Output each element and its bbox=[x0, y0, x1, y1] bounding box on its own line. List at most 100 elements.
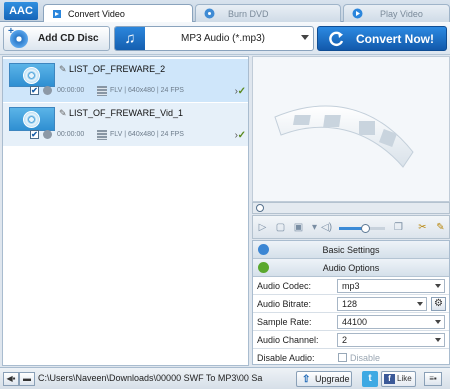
audio-bitrate-value: 128 bbox=[342, 299, 358, 309]
audio-channel-value: 2 bbox=[342, 335, 348, 345]
sample-rate-select[interactable]: 44100 bbox=[337, 315, 445, 329]
tab-play-video[interactable]: Play Video bbox=[343, 4, 450, 22]
volume-handle[interactable] bbox=[361, 224, 370, 233]
status-check-icon: ✓ bbox=[237, 86, 246, 97]
like-label: Like bbox=[397, 374, 412, 383]
camera-icon[interactable]: ▣ bbox=[293, 222, 304, 233]
audio-codec-row: Audio Codec: mp3 bbox=[253, 277, 449, 295]
file-meta: FLV | 640x480 | 24 FPS bbox=[110, 87, 184, 94]
tab-play-video-label: Play Video bbox=[380, 9, 423, 19]
window-icon[interactable]: ❐ bbox=[393, 222, 404, 233]
sample-rate-label: Sample Rate: bbox=[257, 317, 312, 327]
dvd-icon bbox=[204, 8, 215, 19]
list-item[interactable]: ✎ LIST_OF_FREWARE_Vid_1 ✔ 00:00:00 FLV |… bbox=[3, 103, 248, 146]
volume-icon[interactable]: ◁) bbox=[321, 222, 332, 233]
magic-wand-icon[interactable]: ✎ bbox=[435, 222, 446, 233]
file-checkbox[interactable]: ✔ bbox=[30, 86, 39, 95]
volume-slider[interactable] bbox=[339, 224, 385, 233]
upgrade-button[interactable]: ⇧ Upgrade bbox=[296, 371, 352, 387]
play-icon[interactable]: ▷ bbox=[257, 222, 268, 233]
music-note-icon: ♫ bbox=[115, 27, 145, 50]
sample-rate-row: Sample Rate: 44100 bbox=[253, 313, 449, 331]
refresh-icon bbox=[329, 31, 344, 47]
output-profile-value: MP3 Audio (*.mp3) bbox=[181, 33, 265, 44]
audio-bitrate-row: Audio Bitrate: 128 ⚙ bbox=[253, 295, 449, 313]
film-reel-icon bbox=[23, 67, 40, 84]
video-preview bbox=[252, 56, 450, 202]
audio-codec-label: Audio Codec: bbox=[257, 281, 312, 291]
plus-icon: + bbox=[8, 26, 14, 37]
gear-icon[interactable]: ⚙ bbox=[431, 297, 446, 311]
status-check-icon: ✓ bbox=[237, 130, 246, 141]
audio-channel-select[interactable]: 2 bbox=[337, 333, 445, 347]
file-list: ✎ LIST_OF_FREWARE_2 ✔ 00:00:00 FLV | 640… bbox=[2, 56, 249, 366]
basic-settings-header[interactable]: Basic Settings bbox=[253, 241, 449, 259]
menu-button[interactable]: ≡▪ bbox=[424, 372, 442, 386]
list-item[interactable]: ✎ LIST_OF_FREWARE_2 ✔ 00:00:00 FLV | 640… bbox=[3, 59, 248, 102]
file-duration: 00:00:00 bbox=[57, 131, 85, 138]
chevron-down-icon bbox=[417, 302, 423, 306]
file-name: LIST_OF_FREWARE_2 bbox=[69, 64, 166, 74]
chevron-down-icon bbox=[435, 338, 441, 342]
chevron-down-icon bbox=[435, 320, 441, 324]
audio-options-label: Audio Options bbox=[322, 263, 380, 273]
tab-convert-video-label: Convert Video bbox=[68, 9, 125, 19]
twitter-icon[interactable]: t bbox=[362, 371, 378, 387]
play-icon bbox=[352, 8, 363, 19]
file-name: LIST_OF_FREWARE_Vid_1 bbox=[69, 108, 184, 118]
tab-burn-dvd-label: Burn DVD bbox=[228, 9, 269, 19]
tab-burn-dvd[interactable]: Burn DVD bbox=[195, 4, 341, 22]
basic-settings-label: Basic Settings bbox=[322, 245, 380, 255]
output-profile-select[interactable]: ♫ MP3 Audio (*.mp3) bbox=[114, 26, 314, 51]
audio-channel-row: Audio Channel: 2 bbox=[253, 331, 449, 349]
dropdown-icon[interactable]: ▾ bbox=[309, 222, 320, 233]
facebook-like-button[interactable]: f Like bbox=[381, 371, 416, 387]
convert-now-button[interactable]: Convert Now! bbox=[317, 26, 447, 51]
film-strip-placeholder-icon bbox=[274, 105, 414, 168]
disable-audio-checkbox-label: Disable bbox=[350, 353, 381, 363]
player-controls: ▷ ▢ ▣ ▾ ◁) ❐ ✂ ✎ bbox=[252, 215, 450, 239]
file-meta: FLV | 640x480 | 24 FPS bbox=[110, 131, 184, 138]
tab-convert-video[interactable]: Convert Video bbox=[43, 4, 193, 23]
audio-codec-select[interactable]: mp3 bbox=[337, 279, 445, 293]
chevron-down-icon bbox=[301, 35, 309, 40]
video-thumbnail bbox=[9, 107, 55, 131]
rename-pencil-icon[interactable]: ✎ bbox=[59, 64, 67, 75]
upgrade-label: Upgrade bbox=[315, 374, 350, 384]
file-checkbox[interactable]: ✔ bbox=[30, 130, 39, 139]
seek-handle[interactable] bbox=[256, 204, 264, 212]
audio-bitrate-select[interactable]: 128 bbox=[337, 297, 427, 311]
video-thumbnail bbox=[9, 63, 55, 87]
settings-panel: Basic Settings Audio Options Audio Codec… bbox=[252, 240, 450, 365]
tab-strip: AAC Convert Video Burn DVD Play Video bbox=[0, 0, 450, 23]
seek-bar[interactable] bbox=[252, 202, 450, 214]
expand-button[interactable]: ▬ bbox=[19, 372, 35, 386]
status-bar: ◀▪ ▬ C:\Users\Naveen\Downloads\00000 SWF… bbox=[0, 367, 450, 389]
audio-codec-value: mp3 bbox=[342, 281, 360, 291]
convert-video-icon bbox=[53, 10, 61, 18]
add-cd-disc-button[interactable]: + Add CD Disc bbox=[3, 26, 110, 51]
audio-options-header[interactable]: Audio Options bbox=[253, 259, 449, 277]
collapse-left-button[interactable]: ◀▪ bbox=[3, 372, 19, 386]
sample-rate-value: 44100 bbox=[342, 317, 368, 327]
audio-bitrate-label: Audio Bitrate: bbox=[257, 299, 312, 309]
convert-now-label: Convert Now! bbox=[356, 32, 434, 46]
scissors-icon[interactable]: ✂ bbox=[417, 222, 428, 233]
speaker-icon bbox=[258, 262, 269, 273]
disable-audio-row: Disable Audio: Disable bbox=[253, 349, 449, 367]
add-cd-disc-label: Add CD Disc bbox=[38, 33, 99, 44]
app-logo: AAC bbox=[4, 2, 38, 20]
clock-icon bbox=[43, 130, 52, 139]
stop-icon[interactable]: ▢ bbox=[275, 222, 286, 233]
upgrade-arrow-icon: ⇧ bbox=[302, 374, 311, 385]
rename-pencil-icon[interactable]: ✎ bbox=[59, 108, 67, 119]
film-reel-icon bbox=[23, 111, 40, 128]
chevron-down-icon bbox=[435, 284, 441, 288]
film-strip-icon bbox=[97, 86, 107, 96]
clock-icon bbox=[43, 86, 52, 95]
audio-channel-label: Audio Channel: bbox=[257, 335, 319, 345]
output-path[interactable]: C:\Users\Naveen\Downloads\00000 SWF To M… bbox=[38, 368, 290, 389]
film-strip-icon bbox=[97, 130, 107, 140]
disable-audio-checkbox[interactable] bbox=[338, 353, 347, 362]
disable-audio-label: Disable Audio: bbox=[257, 353, 315, 363]
